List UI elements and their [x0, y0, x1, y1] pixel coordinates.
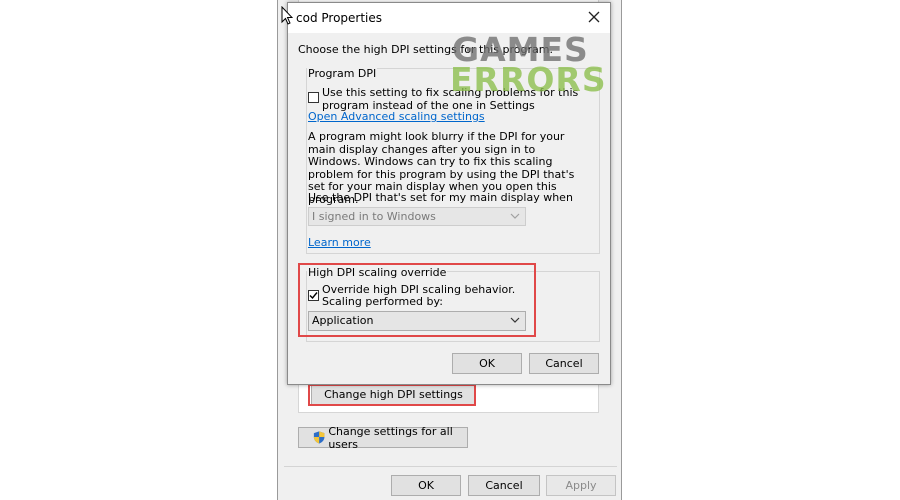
change-settings-all-users-label: Change settings for all users — [328, 424, 453, 451]
dpi-timing-select-value: I signed in to Windows — [312, 210, 436, 223]
change-settings-all-users-button[interactable]: Change settings for all users — [298, 424, 468, 451]
program-dpi-group-title: Program DPI — [307, 67, 378, 80]
program-dpi-checkbox[interactable] — [308, 92, 319, 103]
main-cancel-button[interactable]: Cancel — [468, 475, 540, 496]
mouse-cursor-icon — [281, 6, 293, 25]
dpi-timing-select[interactable]: I signed in to Windows — [308, 207, 526, 226]
use-dpi-label: Use the DPI that's set for my main displ… — [308, 191, 573, 204]
games-errors-watermark: GAMES ERRORS — [450, 30, 610, 100]
window-divider — [284, 466, 617, 467]
main-apply-button[interactable]: Apply — [546, 475, 616, 496]
uac-shield-icon — [313, 431, 325, 444]
chevron-down-icon — [510, 213, 520, 219]
main-ok-button[interactable]: OK — [391, 475, 461, 496]
open-advanced-scaling-link[interactable]: Open Advanced scaling settings — [308, 110, 485, 123]
dialog-cancel-button[interactable]: Cancel — [529, 353, 599, 374]
highlight-box-change-dpi — [308, 384, 476, 406]
watermark-errors-text: ERRORS — [450, 60, 607, 99]
dialog-title: cod Properties — [296, 11, 383, 25]
learn-more-link[interactable]: Learn more — [308, 236, 371, 249]
highlight-box-override — [298, 263, 536, 337]
dialog-ok-button[interactable]: OK — [452, 353, 522, 374]
close-icon[interactable] — [586, 9, 602, 25]
dialog-titlebar: cod Properties — [288, 3, 610, 33]
